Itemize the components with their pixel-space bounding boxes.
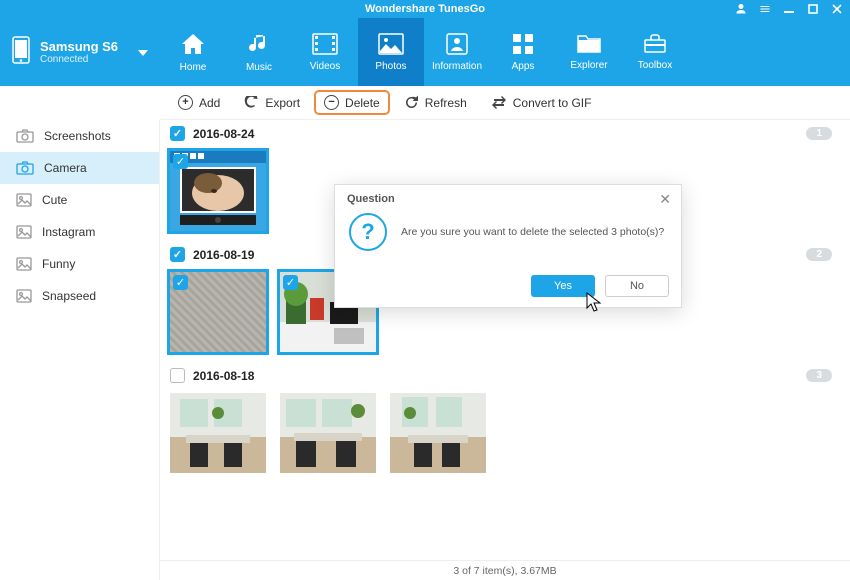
nav-label: Videos — [310, 61, 340, 72]
group-date: 2016-08-19 — [193, 248, 254, 262]
nav-apps[interactable]: Apps — [490, 18, 556, 86]
nav-label: Toolbox — [638, 60, 672, 71]
group-date: 2016-08-18 — [193, 369, 254, 383]
nav-home[interactable]: Home — [160, 18, 226, 86]
sidebar-item-cute[interactable]: Cute — [0, 184, 159, 216]
btn-label: Delete — [345, 96, 380, 110]
sidebar-label: Instagram — [42, 225, 95, 239]
dialog-close-button[interactable]: ✕ — [659, 191, 671, 208]
maximize-icon[interactable] — [806, 2, 820, 16]
group-header[interactable]: 2016-08-18 3 — [170, 362, 840, 389]
sidebar-item-instagram[interactable]: Instagram — [0, 216, 159, 248]
nav-label: Home — [180, 62, 207, 73]
btn-label: No — [630, 280, 644, 292]
question-icon: ? — [349, 213, 387, 251]
export-button[interactable]: Export — [234, 91, 310, 115]
sidebar-label: Screenshots — [44, 129, 111, 143]
window-controls — [734, 2, 844, 16]
device-status: Connected — [40, 54, 118, 65]
sidebar-item-funny[interactable]: Funny — [0, 248, 159, 280]
status-text: 3 of 7 item(s), 3.67MB — [453, 565, 556, 577]
group-checkbox[interactable] — [170, 126, 185, 141]
sidebar-item-snapseed[interactable]: Snapseed — [0, 280, 159, 312]
group-count: 3 — [806, 369, 832, 382]
close-icon[interactable] — [830, 2, 844, 16]
dialog-title: Question — [335, 185, 681, 213]
nav-label: Explorer — [570, 60, 607, 71]
sidebar-label: Funny — [42, 257, 75, 271]
dialog-yes-button[interactable]: Yes — [531, 275, 595, 297]
minus-icon: − — [324, 95, 339, 110]
sidebar-item-camera[interactable]: Camera — [0, 152, 159, 184]
btn-label: Yes — [554, 280, 572, 292]
photo-thumb[interactable]: ✓ — [170, 272, 266, 352]
chevron-down-icon — [138, 43, 148, 61]
title-bar: Wondershare TunesGo — [0, 0, 850, 18]
sidebar-label: Cute — [42, 193, 67, 207]
btn-label: Refresh — [425, 96, 467, 110]
menu-icon[interactable] — [758, 2, 772, 16]
confirm-dialog: Question ✕ ? Are you sure you want to de… — [334, 184, 682, 308]
group-checkbox[interactable] — [170, 368, 185, 383]
check-icon: ✓ — [283, 275, 298, 290]
user-icon[interactable] — [734, 2, 748, 16]
group-count: 1 — [806, 127, 832, 140]
sidebar-item-screenshots[interactable]: Screenshots — [0, 120, 159, 152]
refresh-button[interactable]: Refresh — [394, 90, 477, 115]
nav-label: Music — [246, 62, 272, 73]
photo-thumb[interactable] — [280, 393, 376, 473]
sidebar-label: Snapseed — [42, 289, 96, 303]
sidebar: Screenshots Camera Cute Instagram Funny … — [0, 120, 160, 580]
dialog-message: Are you sure you want to delete the sele… — [401, 226, 664, 238]
photo-thumb[interactable] — [170, 393, 266, 473]
toolbar: + Add Export −Delete Refresh Convert to G… — [160, 86, 850, 120]
btn-label: Convert to GIF — [513, 96, 592, 110]
nav-photos[interactable]: Photos — [358, 18, 424, 86]
nav-label: Photos — [375, 61, 406, 72]
app-title: Wondershare TunesGo — [365, 3, 485, 15]
device-name: Samsung S6 — [40, 40, 118, 54]
check-icon: ✓ — [173, 275, 188, 290]
main-nav: Home Music Videos Photos Information App… — [160, 18, 850, 86]
nav-label: Apps — [512, 61, 535, 72]
convert-icon — [491, 96, 507, 109]
group-count: 2 — [806, 248, 832, 261]
minimize-icon[interactable] — [782, 2, 796, 16]
group-header[interactable]: 2016-08-24 1 — [170, 120, 840, 147]
add-button[interactable]: + Add — [168, 90, 230, 115]
sidebar-label: Camera — [44, 161, 87, 175]
btn-label: Add — [199, 96, 220, 110]
convert-gif-button[interactable]: Convert to GIF — [481, 91, 602, 115]
nav-toolbox[interactable]: Toolbox — [622, 18, 688, 86]
group-checkbox[interactable] — [170, 247, 185, 262]
export-icon — [244, 96, 259, 109]
check-icon: ✓ — [173, 154, 188, 169]
plus-icon: + — [178, 95, 193, 110]
nav-videos[interactable]: Videos — [292, 18, 358, 86]
photo-thumb[interactable]: ✓ — [170, 151, 266, 231]
group-date: 2016-08-24 — [193, 127, 254, 141]
btn-label: Export — [265, 96, 300, 110]
delete-button[interactable]: −Delete — [314, 90, 390, 115]
nav-information[interactable]: Information — [424, 18, 490, 86]
refresh-icon — [404, 95, 419, 110]
dialog-no-button[interactable]: No — [605, 275, 669, 297]
device-selector[interactable]: Samsung S6 Connected — [0, 18, 160, 86]
status-bar: 3 of 7 item(s), 3.67MB — [160, 560, 850, 580]
phone-icon — [12, 36, 30, 69]
device-info: Samsung S6 Connected — [40, 40, 118, 65]
nav-music[interactable]: Music — [226, 18, 292, 86]
nav-explorer[interactable]: Explorer — [556, 18, 622, 86]
photo-thumb[interactable] — [390, 393, 486, 473]
header: Samsung S6 Connected Home Music Videos P… — [0, 18, 850, 86]
nav-label: Information — [432, 61, 482, 72]
